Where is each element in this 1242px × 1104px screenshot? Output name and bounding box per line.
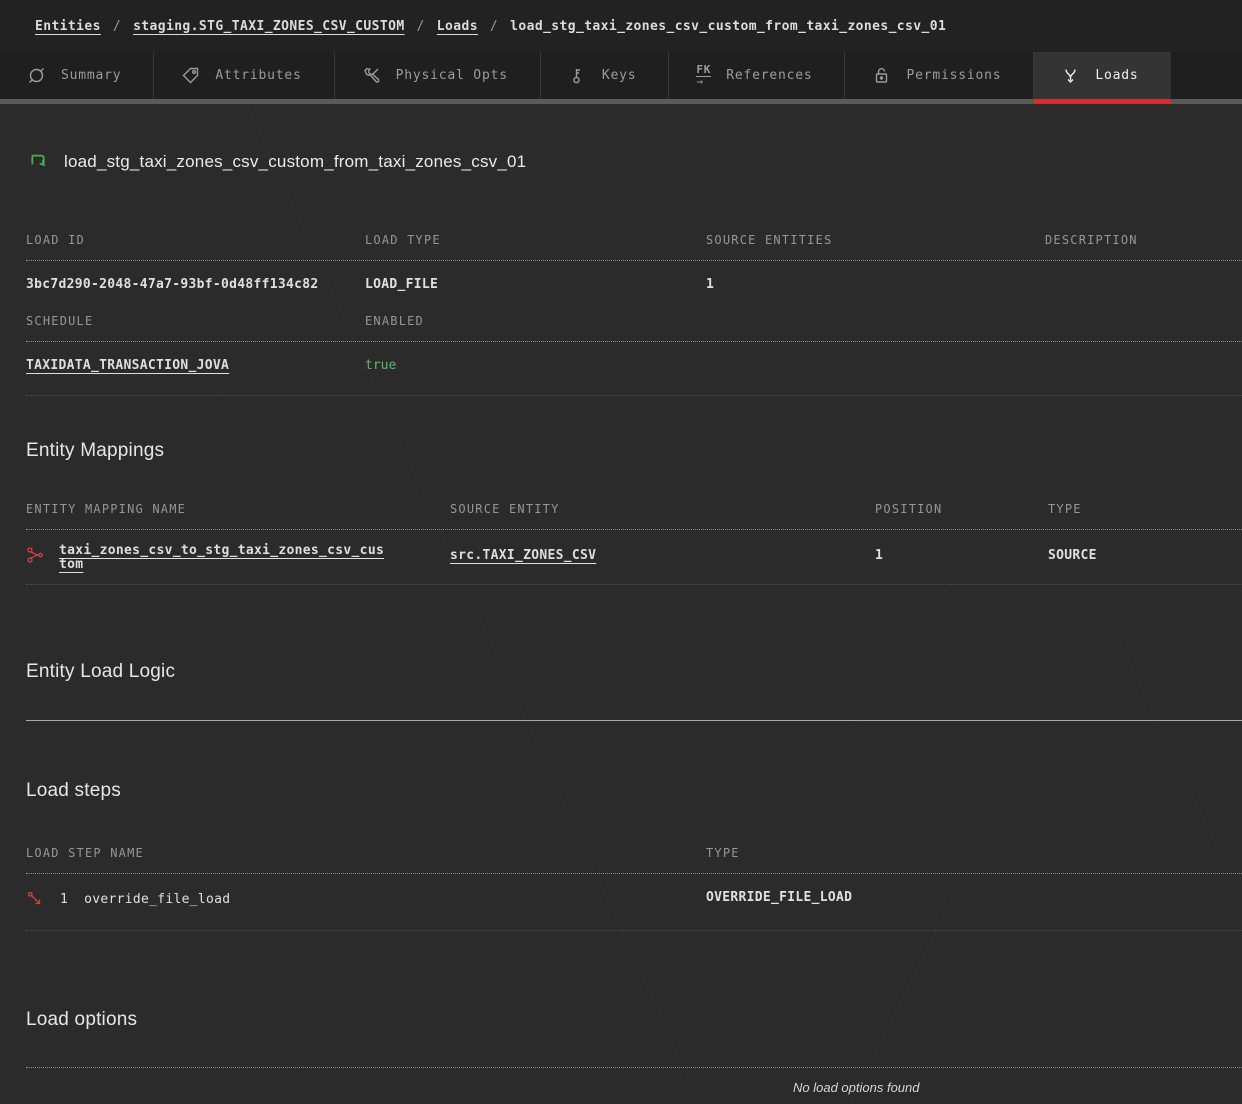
- load-steps-table: LOAD STEP NAME TYPE 1 override_file_load…: [26, 846, 1242, 931]
- tab-physical-opts[interactable]: Physical Opts: [335, 52, 541, 99]
- load-options-header-divider: [26, 1067, 1242, 1068]
- page-title: load_stg_taxi_zones_csv_custom_from_taxi…: [64, 152, 526, 172]
- mapping-branch-icon: [26, 546, 44, 564]
- column-header-step-type: TYPE: [706, 846, 1242, 860]
- tag-icon: [181, 66, 200, 85]
- column-header-source-entity: SOURCE ENTITY: [450, 502, 875, 516]
- scan-circle-icon: [27, 66, 46, 85]
- tab-attributes[interactable]: Attributes: [154, 52, 334, 99]
- column-header-load-id: LOAD ID: [26, 233, 365, 247]
- section-divider: [26, 720, 1242, 721]
- tab-label: Attributes: [215, 68, 301, 83]
- load-id-value: 3bc7d290-2048-47a7-93bf-0d48ff134c82: [26, 277, 365, 292]
- lock-icon: [872, 66, 891, 85]
- load-options-empty-message: No load options found: [793, 1080, 919, 1095]
- tab-permissions[interactable]: Permissions: [845, 52, 1034, 99]
- load-options-heading: Load options: [26, 1009, 1242, 1031]
- tab-references[interactable]: FK → References: [669, 52, 845, 99]
- diagonal-arrow-icon: [26, 890, 44, 908]
- tab-label: Keys: [602, 68, 637, 83]
- tab-keys[interactable]: Keys: [541, 52, 670, 99]
- load-details-table: LOAD ID LOAD TYPE SOURCE ENTITIES DESCRI…: [26, 233, 1242, 396]
- load-step-name: override_file_load: [84, 892, 230, 907]
- schedule-link[interactable]: TAXIDATA_TRANSACTION_JOVA: [26, 358, 229, 373]
- tab-summary[interactable]: Summary: [0, 52, 154, 99]
- column-header-type: TYPE: [1048, 502, 1242, 516]
- column-header-load-step-name: LOAD STEP NAME: [26, 846, 706, 860]
- column-header-description: DESCRIPTION: [1045, 233, 1242, 247]
- entity-mappings-table: ENTITY MAPPING NAME SOURCE ENTITY POSITI…: [26, 502, 1242, 585]
- load-steps-heading: Load steps: [26, 780, 1242, 802]
- column-header-load-type: LOAD TYPE: [365, 233, 706, 247]
- description-value: [1045, 277, 1242, 292]
- tab-label: References: [726, 68, 812, 83]
- tab-label: Permissions: [906, 68, 1001, 83]
- entity-mapping-name-link[interactable]: taxi_zones_csv_to_stg_taxi_zones_csv_cus…: [59, 544, 391, 572]
- column-header-source-entities: SOURCE ENTITIES: [706, 233, 1045, 247]
- breadcrumb-link-entities[interactable]: Entities: [35, 19, 101, 34]
- source-entity-link[interactable]: src.TAXI_ZONES_CSV: [450, 548, 596, 563]
- entity-mappings-heading: Entity Mappings: [26, 440, 1242, 462]
- entity-load-logic-heading: Entity Load Logic: [26, 661, 1242, 683]
- column-header-position: POSITION: [875, 502, 1048, 516]
- position-value: 1: [875, 548, 1048, 572]
- load-step-row: 1 override_file_load OVERRIDE_FILE_LOAD: [26, 874, 1242, 931]
- merge-down-icon: [1061, 66, 1080, 85]
- fk-arrow-icon: FK →: [696, 64, 711, 87]
- mapping-type-value: SOURCE: [1048, 548, 1242, 572]
- import-arrow-icon: [26, 148, 50, 176]
- load-type-value: LOAD_FILE: [365, 277, 706, 292]
- key-icon: [568, 66, 587, 85]
- wrench-icon: [362, 66, 381, 85]
- breadcrumb: Entities / staging.STG_TAXI_ZONES_CSV_CU…: [0, 0, 1242, 52]
- breadcrumb-separator: /: [405, 19, 437, 34]
- tab-label: Summary: [61, 68, 121, 83]
- source-entities-value: 1: [706, 277, 1045, 292]
- breadcrumb-separator: /: [478, 19, 510, 34]
- active-tab-indicator: [1034, 99, 1170, 104]
- breadcrumb-separator: /: [101, 19, 133, 34]
- column-header-entity-mapping-name: ENTITY MAPPING NAME: [26, 502, 450, 516]
- column-header-schedule: SCHEDULE: [26, 314, 365, 328]
- tab-bar: Summary Attributes Physical Opts: [0, 52, 1242, 99]
- breadcrumb-current-load: load_stg_taxi_zones_csv_custom_from_taxi…: [510, 19, 946, 34]
- breadcrumb-link-entity[interactable]: staging.STG_TAXI_ZONES_CSV_CUSTOM: [133, 19, 404, 34]
- load-step-index: 1: [60, 892, 68, 907]
- tab-loads[interactable]: Loads: [1034, 52, 1170, 99]
- entity-mapping-row: taxi_zones_csv_to_stg_taxi_zones_csv_cus…: [26, 530, 1242, 585]
- tab-label: Loads: [1095, 68, 1138, 83]
- table-row: TAXIDATA_TRANSACTION_JOVA true: [26, 342, 1242, 396]
- breadcrumb-link-loads[interactable]: Loads: [437, 19, 478, 34]
- load-step-type-value: OVERRIDE_FILE_LOAD: [706, 890, 1242, 908]
- column-header-enabled: ENABLED: [365, 314, 706, 328]
- tab-label: Physical Opts: [396, 68, 508, 83]
- enabled-value: true: [365, 358, 706, 373]
- table-row: 3bc7d290-2048-47a7-93bf-0d48ff134c82 LOA…: [26, 261, 1242, 314]
- page-header: load_stg_taxi_zones_csv_custom_from_taxi…: [26, 149, 1242, 175]
